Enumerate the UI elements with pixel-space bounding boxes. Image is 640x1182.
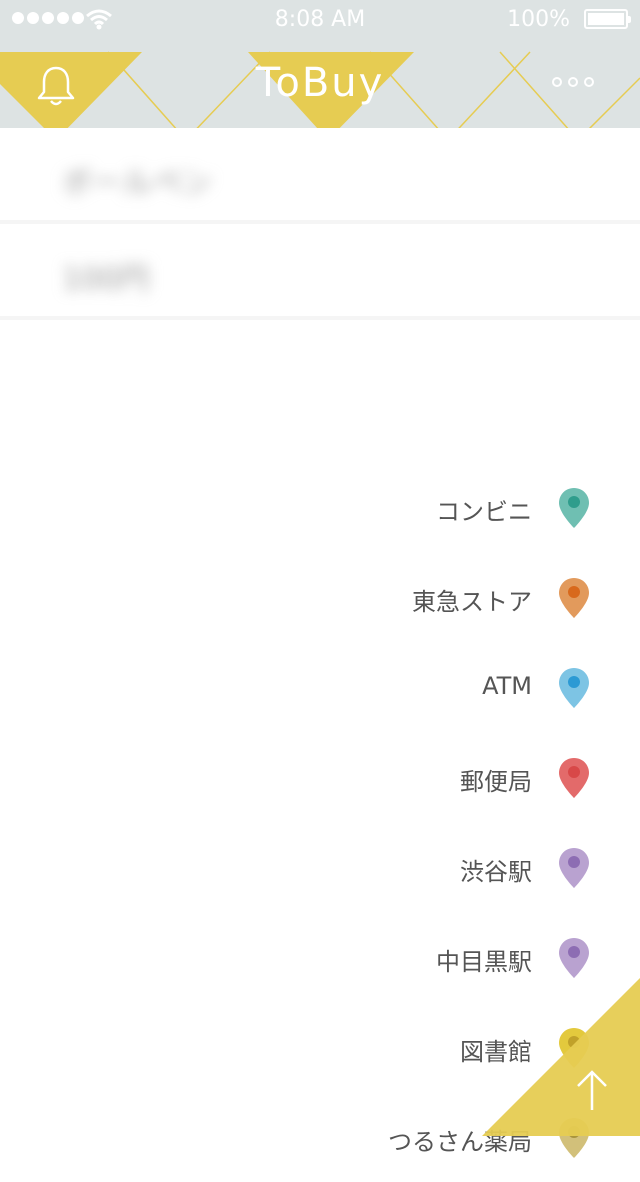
status-bar: 8:08 AM 100% bbox=[0, 0, 640, 40]
top-bar: 8:08 AM 100% ToBuy bbox=[0, 0, 640, 128]
app-title: ToBuy bbox=[255, 60, 385, 106]
location-item-convenience[interactable]: コンビニ bbox=[0, 462, 640, 552]
map-pin-icon bbox=[559, 578, 589, 618]
location-label: 図書館 bbox=[460, 1038, 532, 1066]
map-pin-icon bbox=[559, 668, 589, 708]
list-item-label: 100円 bbox=[62, 262, 150, 297]
location-label: つるさん薬局 bbox=[388, 1128, 532, 1156]
location-item-post-office[interactable]: 郵便局 bbox=[0, 732, 640, 822]
list-item: 100円 bbox=[0, 224, 640, 320]
location-item-library[interactable]: 図書館 bbox=[0, 1002, 640, 1092]
map-pin-icon bbox=[559, 758, 589, 798]
more-icon[interactable] bbox=[552, 70, 604, 94]
location-label: ATM bbox=[482, 672, 532, 700]
battery-percentage: 100% bbox=[507, 7, 570, 32]
location-item-nakameguro-station[interactable]: 中目黒駅 bbox=[0, 912, 640, 1002]
location-label: コンビニ bbox=[436, 498, 532, 526]
map-pin-icon bbox=[559, 938, 589, 978]
location-label: 渋谷駅 bbox=[460, 858, 532, 886]
list-item: ボールペン bbox=[0, 128, 640, 224]
arrow-up-icon[interactable] bbox=[560, 1060, 624, 1124]
location-item-atm[interactable]: ATM bbox=[0, 642, 640, 732]
todo-list: ボールペン 100円 bbox=[0, 128, 640, 320]
map-pin-icon bbox=[559, 848, 589, 888]
location-label: 東急ストア bbox=[412, 588, 532, 616]
location-item-tokyu-store[interactable]: 東急ストア bbox=[0, 552, 640, 642]
location-item-pharmacy[interactable]: つるさん薬局 bbox=[0, 1092, 640, 1182]
location-label: 郵便局 bbox=[460, 768, 532, 796]
location-label: 中目黒駅 bbox=[436, 948, 532, 976]
map-pin-icon bbox=[559, 488, 589, 528]
location-item-shibuya-station[interactable]: 渋谷駅 bbox=[0, 822, 640, 912]
battery-icon bbox=[584, 9, 631, 29]
list-item-label: ボールペン bbox=[62, 166, 212, 201]
